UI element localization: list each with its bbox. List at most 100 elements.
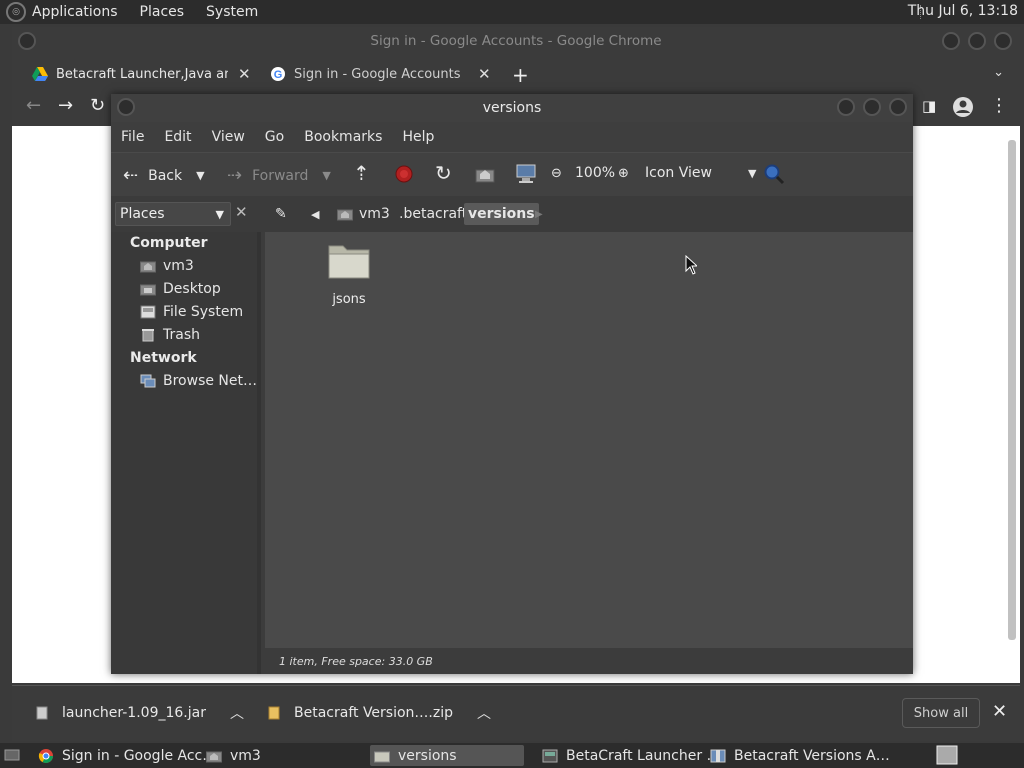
- taskbar: Sign in - Google Acc… vm3 versions BetaC…: [0, 743, 1024, 768]
- sidebar-item-label: Trash: [163, 327, 200, 343]
- back-arrow-icon[interactable]: ←: [26, 95, 41, 116]
- zip-file-icon: [268, 706, 280, 720]
- folder-item[interactable]: jsons: [327, 242, 371, 307]
- maximize-icon[interactable]: [968, 32, 986, 50]
- menu-system[interactable]: System: [206, 4, 258, 20]
- sidebar-item-label: File System: [163, 304, 244, 320]
- tab-sign-in[interactable]: G Sign in - Google Accounts ✕: [270, 59, 492, 89]
- download-item-launcher[interactable]: launcher-1.09_16.jar ︿: [36, 703, 244, 723]
- clock[interactable]: Thu Jul 6, 13:18: [908, 3, 1018, 19]
- sidebar-item-desktop[interactable]: Desktop: [140, 281, 221, 297]
- profile-avatar-icon[interactable]: [952, 96, 974, 118]
- chrome-window-title: Sign in - Google Accounts - Google Chrom…: [370, 33, 662, 49]
- close-tab-icon[interactable]: ✕: [238, 65, 251, 83]
- close-window-icon[interactable]: [889, 98, 907, 116]
- task-vm3[interactable]: vm3: [206, 745, 261, 766]
- breadcrumb-left-arrow-icon[interactable]: ◀: [307, 203, 323, 225]
- menu-go[interactable]: Go: [265, 129, 284, 145]
- chrome-titlebar[interactable]: Sign in - Google Accounts - Google Chrom…: [12, 27, 1020, 55]
- task-versions[interactable]: versions: [370, 745, 524, 766]
- zoom-out-icon[interactable]: ⊖: [551, 166, 562, 181]
- download-item-betacraft-zip[interactable]: Betacraft Version….zip ︿: [268, 703, 491, 723]
- chrome-tabstrip: Betacraft Launcher,Java and v ✕ G Sign i…: [12, 55, 1020, 91]
- toggle-location-entry-icon[interactable]: ✎: [271, 203, 291, 225]
- page-scrollbar[interactable]: [1006, 132, 1016, 662]
- tab-search-icon[interactable]: ⌄: [993, 65, 1004, 80]
- task-chrome[interactable]: Sign in - Google Acc…: [38, 745, 216, 766]
- folder-icon: [328, 245, 370, 279]
- search-icon[interactable]: [763, 163, 785, 185]
- gnome-foot-icon[interactable]: ◎: [6, 2, 26, 22]
- tab-betacraft[interactable]: Betacraft Launcher,Java and v ✕: [32, 59, 257, 89]
- chevron-up-icon[interactable]: ︿: [477, 703, 491, 723]
- window-menu-icon[interactable]: [117, 98, 135, 116]
- sidebar-item-browse-network[interactable]: Browse Net…: [140, 373, 257, 389]
- folder-label: jsons: [332, 292, 366, 307]
- window-menu-icon[interactable]: [18, 32, 36, 50]
- computer-icon[interactable]: [515, 164, 537, 184]
- close-downloads-icon[interactable]: ✕: [992, 701, 1007, 722]
- menu-places[interactable]: Places: [140, 4, 185, 20]
- back-button[interactable]: ⇠ Back ▼: [123, 165, 205, 186]
- sidebar-item-label: vm3: [163, 258, 194, 274]
- breadcrumb-vm3[interactable]: vm3: [333, 203, 394, 225]
- sidebar-item-trash[interactable]: Trash: [140, 327, 200, 343]
- zoom-in-icon[interactable]: ⊕: [618, 166, 629, 181]
- tab-label: Betacraft Launcher,Java and v: [56, 66, 228, 82]
- show-desktop-icon[interactable]: [4, 747, 20, 763]
- downloads-bar: launcher-1.09_16.jar ︿ Betacraft Version…: [12, 685, 1020, 741]
- kebab-menu-icon[interactable]: ⋮: [990, 95, 1008, 116]
- up-arrow-icon[interactable]: ⇡: [353, 161, 370, 185]
- task-label: versions: [398, 747, 457, 764]
- menu-edit[interactable]: Edit: [164, 129, 191, 145]
- places-sidebar: Computer vm3 Desktop File System Trash N…: [111, 232, 261, 674]
- close-sidebar-icon[interactable]: ✕: [235, 203, 248, 221]
- menu-file[interactable]: File: [121, 129, 144, 145]
- task-betacraft-versions[interactable]: Betacraft Versions A…: [710, 745, 890, 766]
- desktop-folder-icon: [140, 284, 156, 296]
- close-tab-icon[interactable]: ✕: [478, 65, 491, 83]
- menu-help[interactable]: Help: [402, 129, 434, 145]
- workspace-switcher-icon[interactable]: [936, 745, 958, 765]
- breadcrumb-versions[interactable]: versions: [464, 203, 539, 225]
- top-panel: ◎ Applications Places System Thu Jul 6, …: [0, 0, 1024, 24]
- reload-icon[interactable]: ↻: [90, 95, 105, 116]
- home-folder-icon[interactable]: [475, 165, 495, 183]
- chrome-icon: [38, 748, 53, 763]
- sidebar-item-vm3[interactable]: vm3: [140, 258, 194, 274]
- show-all-button[interactable]: Show all: [902, 698, 980, 728]
- sidebar-item-filesystem[interactable]: File System: [140, 304, 243, 320]
- view-mode-select[interactable]: Icon View ▼: [645, 165, 756, 181]
- google-drive-icon: [32, 67, 48, 81]
- places-select[interactable]: Places ▼: [115, 202, 231, 226]
- reload-icon[interactable]: ↻: [435, 161, 452, 185]
- breadcrumb-betacraft[interactable]: .betacraft: [395, 203, 471, 225]
- menu-applications[interactable]: Applications: [32, 4, 118, 20]
- menu-bookmarks[interactable]: Bookmarks: [304, 129, 382, 145]
- task-label: vm3: [230, 747, 261, 764]
- scrollbar-thumb[interactable]: [1008, 140, 1016, 640]
- mouse-cursor-icon: [685, 255, 697, 275]
- side-panel-icon[interactable]: ◨: [922, 97, 936, 115]
- stop-icon[interactable]: [395, 165, 413, 183]
- breadcrumb-right-arrow-icon[interactable]: ▶: [531, 203, 547, 225]
- task-betacraft-launcher[interactable]: BetaCraft Launcher …: [542, 745, 721, 766]
- forward-arrow-icon[interactable]: →: [58, 95, 73, 116]
- download-filename: Betacraft Version….zip: [294, 705, 453, 721]
- file-view[interactable]: jsons: [265, 232, 913, 648]
- trash-icon: [142, 329, 154, 342]
- minimize-icon[interactable]: [942, 32, 960, 50]
- forward-button[interactable]: ⇢ Forward ▼: [227, 165, 331, 186]
- fm-titlebar[interactable]: versions: [111, 94, 913, 122]
- forward-history-dropdown-icon[interactable]: ▼: [322, 169, 330, 182]
- new-tab-icon[interactable]: +: [512, 63, 529, 87]
- close-window-icon[interactable]: [994, 32, 1012, 50]
- tab-label: Sign in - Google Accounts: [294, 66, 461, 82]
- network-icon: [140, 374, 156, 388]
- menu-view[interactable]: View: [212, 129, 245, 145]
- minimize-icon[interactable]: [837, 98, 855, 116]
- chevron-up-icon[interactable]: ︿: [230, 703, 244, 723]
- zoom-level[interactable]: 100%: [575, 165, 615, 181]
- back-history-dropdown-icon[interactable]: ▼: [196, 169, 204, 182]
- maximize-icon[interactable]: [863, 98, 881, 116]
